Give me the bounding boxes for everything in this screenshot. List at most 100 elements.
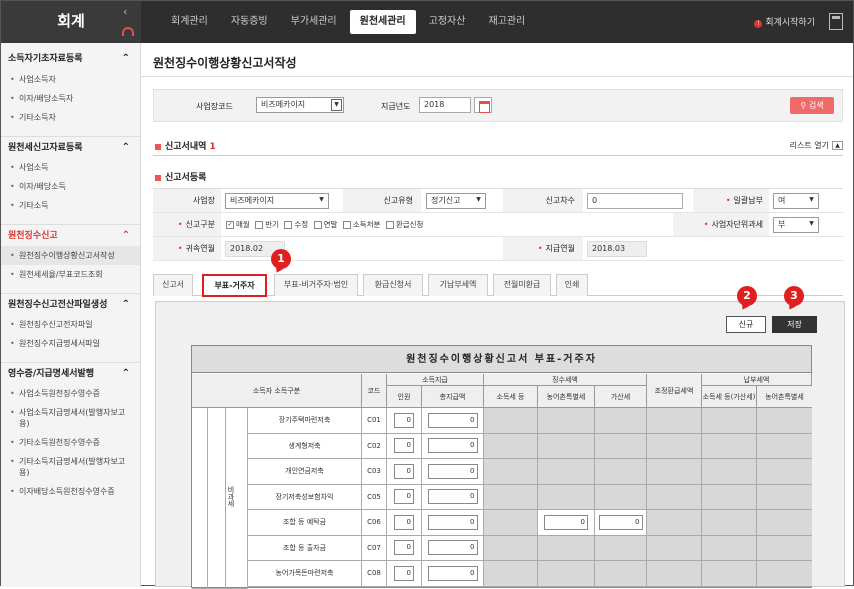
list-toggle[interactable]: 리스트 열기 ▲ — [790, 140, 843, 151]
calculator-icon[interactable] — [829, 13, 843, 30]
sidebar: 소득자기초자료등록 ⌃ 사업소득자 이자/배당소득자 기타소득자 원천세신고자료등… — [1, 43, 141, 587]
tab-refund[interactable]: 환급신청서 — [363, 274, 423, 296]
chevron-down-icon: ▼ — [476, 196, 481, 203]
tab-report[interactable]: 신고서 — [153, 274, 193, 296]
sidebar-item-report-file[interactable]: 원천징수신고전자파일 — [1, 315, 140, 334]
sidebar-item-business-statement[interactable]: 사업소득지급명세서(발행자보고용) — [1, 403, 140, 433]
total-input[interactable]: 0 — [427, 514, 478, 530]
chevron-up-icon: ⌃ — [121, 142, 130, 153]
sidebar-item-interest-income[interactable]: 이자/배당소득 — [1, 177, 140, 196]
unit-tax-select[interactable]: 부 ▼ — [773, 217, 819, 233]
sidebar-item-business-earner[interactable]: 사업소득자 — [1, 70, 140, 89]
sidebar-section-report-data[interactable]: 원천세신고자료등록 ⌃ — [1, 136, 140, 158]
nav-fixed-assets[interactable]: 고정자산 — [419, 10, 476, 34]
collapse-icon[interactable]: ‹ — [123, 5, 127, 18]
sidebar-item-other-income[interactable]: 기타소득 — [1, 196, 140, 215]
tab-nonresident[interactable]: 부표-비거주자·법인 — [274, 274, 358, 296]
new-button[interactable]: 신규 — [726, 316, 766, 333]
sidebar-item-other-earner[interactable]: 기타소득자 — [1, 108, 140, 127]
total-input[interactable]: 0 — [427, 412, 478, 428]
count-input[interactable]: 0 — [394, 412, 414, 428]
count-input[interactable]: 0 — [394, 438, 414, 454]
bulk-pay-select[interactable]: 여 ▼ — [773, 193, 819, 209]
count-input[interactable]: 0 — [394, 540, 414, 556]
report-kind-options: ✓ 매월 반기 수정 연말 소득처분 환급신청 — [223, 219, 423, 230]
total-input[interactable]: 0 — [427, 540, 478, 556]
total-input[interactable]: 0 — [427, 565, 478, 581]
pay-year-input[interactable]: 2018 — [419, 97, 471, 113]
tab-resident[interactable]: 부표-거주자 — [202, 274, 267, 297]
total-input[interactable]: 0 — [427, 438, 478, 454]
header-category: 소득자 소득구분 — [192, 374, 362, 408]
sidebar-section-file-gen[interactable]: 원천징수신고전산파일생성 ⌃ — [1, 293, 140, 315]
rural-tax-input[interactable]: 0 — [544, 514, 588, 530]
report-type-select[interactable]: 정기신고 ▼ — [426, 193, 486, 209]
sidebar-item-statement-file[interactable]: 원천징수지급명세서파일 — [1, 334, 140, 353]
row-adjust-cell — [647, 561, 702, 587]
required-mark: • — [537, 244, 543, 253]
sidebar-item-other-receipt[interactable]: 기타소득원천징수영수증 — [1, 433, 140, 452]
sidebar-item-interest-earner[interactable]: 이자/배당소득자 — [1, 89, 140, 108]
penalty-input[interactable]: 0 — [598, 514, 643, 530]
chevron-up-icon: ⌃ — [121, 230, 130, 241]
section-title: 원천징수신고전산파일생성 — [8, 300, 108, 310]
tab-prepaid[interactable]: 기납부세액 — [428, 274, 488, 296]
row-name: 개인연금저축 — [285, 467, 324, 476]
checkbox-disposal[interactable] — [342, 221, 351, 229]
sidebar-item-interest-receipt[interactable]: 이자배당소득원천징수영수증 — [1, 482, 140, 501]
header-count: 인원 — [387, 386, 422, 408]
tab-print[interactable]: 인쇄 — [556, 274, 588, 296]
row-paid-income-cell — [702, 510, 757, 536]
sidebar-item-business-receipt[interactable]: 사업소득원천징수영수증 — [1, 384, 140, 403]
checkbox-half[interactable] — [255, 221, 264, 229]
calendar-icon[interactable] — [474, 97, 492, 113]
top-bar: 회계 ‹ 회계관리 자동증빙 부가세관리 원천세관리 고정자산 재고관리 ! 회계… — [1, 1, 853, 43]
sidebar-section-receipts[interactable]: 영수증/지급명세서발행 ⌃ — [1, 362, 140, 384]
row-name: 장기주택마련저축 — [278, 416, 331, 425]
checkbox-yearend[interactable] — [313, 221, 322, 229]
nav-accounting[interactable]: 회계관리 — [161, 10, 218, 34]
report-seq-input[interactable]: 0 — [587, 193, 683, 209]
total-input[interactable]: 0 — [427, 489, 478, 505]
row-rural-cell — [538, 459, 595, 485]
header-paid-income: 소득세 등(가산세) — [702, 386, 757, 408]
count-input[interactable]: 0 — [394, 489, 414, 505]
count-input[interactable]: 0 — [394, 514, 414, 530]
row-paid-rural-cell — [757, 561, 812, 587]
biz-value: 비즈메카이지 — [230, 196, 275, 205]
nav-vat[interactable]: 부가세관리 — [281, 10, 347, 34]
support-headset-icon[interactable] — [122, 27, 134, 36]
save-button[interactable]: 저장 — [772, 316, 817, 333]
sidebar-item-rate-lookup[interactable]: 원천세세율/부표코드조회 — [1, 265, 140, 284]
header-adjust: 조정환급세액 — [647, 374, 702, 408]
row-name: 장기저축성보험차익 — [275, 492, 334, 501]
count-input[interactable]: 0 — [394, 463, 414, 479]
sidebar-section-withholding-report[interactable]: 원천징수신고 ⌃ — [1, 224, 140, 246]
nav-auto-evidence[interactable]: 자동증빙 — [221, 10, 278, 34]
form-row: • 귀속연월 2018.02 • 지급연월 2018.03 — [153, 237, 843, 261]
biz-select[interactable]: 비즈메카이지 ▼ — [225, 193, 329, 209]
nav-inventory[interactable]: 재고관리 — [478, 10, 535, 34]
sidebar-item-other-statement[interactable]: 기타소득지급명세서(발행자보고용) — [1, 452, 140, 482]
sidebar-item-report-create[interactable]: 원천징수이행상황신고서작성 — [1, 246, 140, 265]
list-toggle-label: 리스트 열기 — [789, 141, 829, 150]
sidebar-item-business-income[interactable]: 사업소득 — [1, 158, 140, 177]
report-type-label: 신고유형 — [343, 189, 421, 212]
check-icon[interactable]: ✓ — [226, 221, 234, 229]
checkbox-amend[interactable] — [284, 221, 293, 229]
sidebar-section-basic-data[interactable]: 소득자기초자료등록 ⌃ — [1, 48, 140, 70]
tab-last-month[interactable]: 전월미환급 — [493, 274, 551, 296]
total-input[interactable]: 0 — [427, 463, 478, 479]
chevron-up-icon: ▲ — [832, 141, 843, 150]
row-adjust-cell — [647, 535, 702, 561]
app-logo[interactable]: 회계 — [1, 1, 141, 43]
nav-withholding[interactable]: 원천세관리 — [349, 10, 416, 34]
search-button[interactable]: ⚲ 검색 — [790, 97, 834, 114]
biz-code-select[interactable]: 비즈메카이지 ▼ — [256, 97, 344, 113]
chevron-up-icon: ⌃ — [121, 299, 130, 310]
start-accounting-link[interactable]: ! 회계시작하기 — [754, 15, 815, 28]
register-heading: 신고서등록 — [155, 170, 206, 183]
count-input[interactable]: 0 — [394, 565, 414, 581]
checkbox-refund[interactable] — [385, 221, 394, 229]
header-penalty: 가산세 — [595, 386, 647, 408]
